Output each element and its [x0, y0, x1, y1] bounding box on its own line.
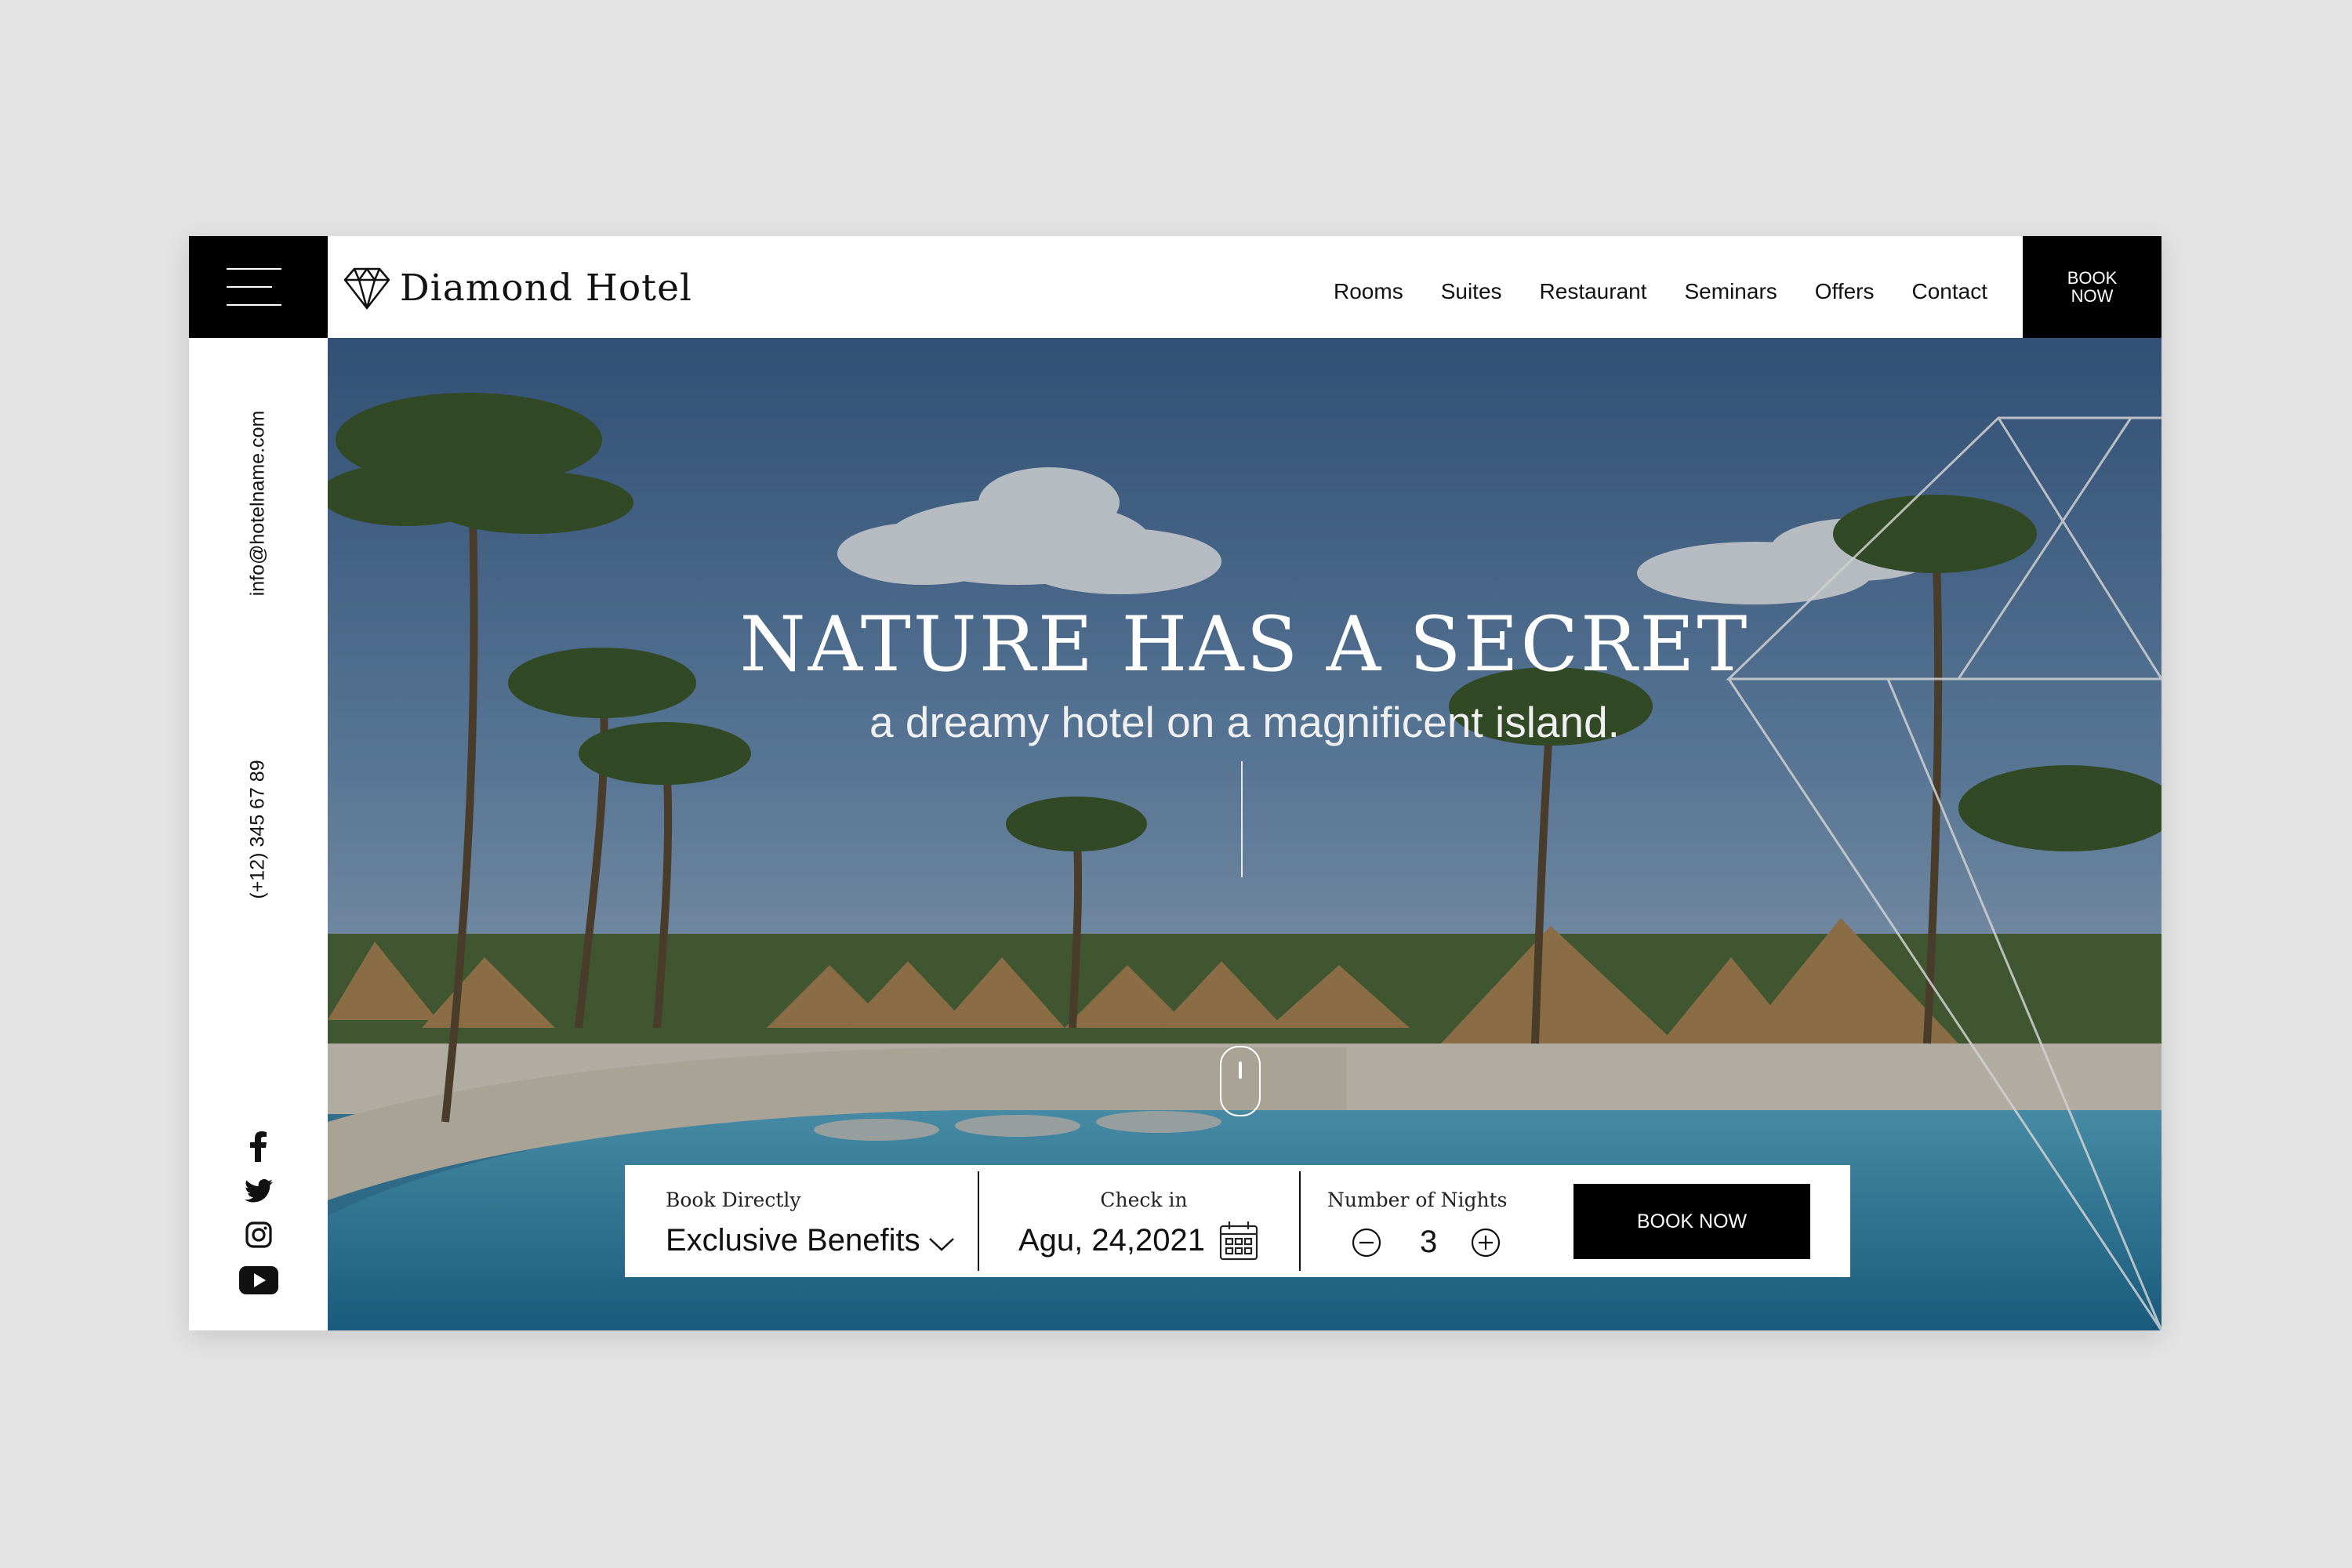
hero-section: NATURE HAS A SECRET a dreamy hotel on a … — [328, 338, 2161, 1330]
minus-circle-icon[interactable] — [1351, 1227, 1382, 1258]
hero-divider-line — [1241, 761, 1243, 877]
scroll-down-icon[interactable] — [1220, 1046, 1261, 1116]
diamond-icon — [343, 267, 390, 310]
nav-rooms[interactable]: Rooms — [1334, 279, 1403, 304]
menu-button[interactable] — [189, 236, 328, 338]
hamburger-icon — [227, 268, 281, 306]
instagram-icon[interactable] — [239, 1218, 278, 1252]
nights-count: 3 — [1420, 1225, 1438, 1259]
book-label-line2: NOW — [2071, 286, 2114, 306]
book-directly-section[interactable]: Book Directly Exclusive Benefits — [666, 1165, 964, 1277]
nights-label: Number of Nights — [1327, 1189, 1508, 1211]
twitter-icon[interactable] — [239, 1174, 278, 1208]
nav-suites[interactable]: Suites — [1441, 279, 1502, 304]
chevron-down-icon — [928, 1237, 954, 1251]
nights-section: Number of Nights 3 — [1312, 1165, 1563, 1277]
brand-name: Diamond Hotel — [400, 266, 692, 310]
top-navigation-bar: Diamond Hotel Rooms Suites Restaurant Se… — [328, 236, 2023, 338]
calendar-icon[interactable] — [1219, 1220, 1258, 1261]
check-in-section[interactable]: Check in Agu, 24,2021 — [987, 1165, 1301, 1277]
main-nav: Rooms Suites Restaurant Seminars Offers … — [1296, 236, 1987, 338]
nav-restaurant[interactable]: Restaurant — [1540, 279, 1647, 304]
book-now-button[interactable]: BOOK NOW — [1573, 1184, 1810, 1259]
benefits-select-value: Exclusive Benefits — [666, 1223, 920, 1258]
youtube-icon[interactable] — [239, 1263, 278, 1298]
hero-title: NATURE HAS A SECRET — [739, 601, 1750, 688]
nav-contact[interactable]: Contact — [1912, 279, 1988, 304]
divider — [978, 1171, 979, 1271]
nav-offers[interactable]: Offers — [1815, 279, 1875, 304]
contact-sidebar: info@hotelname.com (+12) 345 67 89 — [189, 338, 328, 1330]
booking-bar: Book Directly Exclusive Benefits Check i… — [625, 1165, 1850, 1277]
phone-link[interactable]: (+12) 345 67 89 — [247, 760, 270, 898]
brand-logo[interactable]: Diamond Hotel — [343, 266, 692, 310]
check-in-label: Check in — [1100, 1189, 1188, 1211]
plus-circle-icon[interactable] — [1470, 1227, 1501, 1258]
check-in-date: Agu, 24,2021 — [1018, 1222, 1205, 1258]
hero-subtitle: a dreamy hotel on a magnificent island. — [869, 698, 1620, 746]
facebook-icon[interactable] — [239, 1129, 278, 1163]
book-directly-label: Book Directly — [666, 1189, 801, 1211]
hotel-landing-page: Diamond Hotel Rooms Suites Restaurant Se… — [189, 236, 2161, 1330]
book-label-line1: BOOK — [2067, 268, 2118, 288]
divider — [1299, 1171, 1301, 1271]
book-now-header-button[interactable]: BOOK NOW — [2023, 236, 2161, 338]
nav-seminars[interactable]: Seminars — [1685, 279, 1777, 304]
email-link[interactable]: info@hotelname.com — [247, 411, 270, 597]
